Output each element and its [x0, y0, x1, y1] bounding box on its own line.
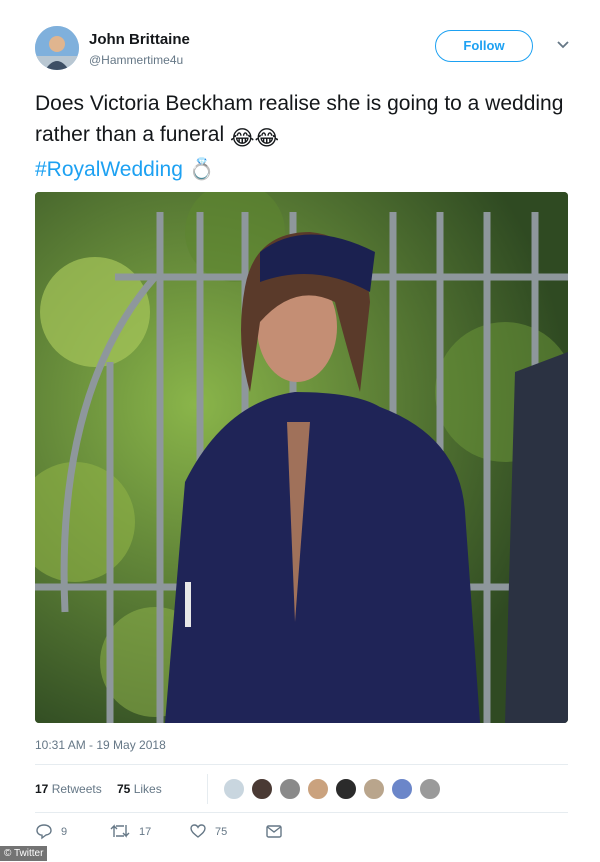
author-handle[interactable]: @Hammertime4u — [89, 53, 183, 67]
likes-label: Likes — [133, 782, 162, 796]
like-count: 75 — [215, 826, 228, 838]
liker-avatar[interactable] — [307, 778, 329, 800]
hashtag-link[interactable]: #RoyalWedding — [35, 158, 183, 181]
heart-icon — [190, 824, 206, 838]
tweet-timestamp[interactable]: 10:31 AM - 19 May 2018 — [35, 738, 166, 752]
retweet-stat[interactable]: 17 Retweets — [35, 782, 102, 796]
retweet-action[interactable]: 17 — [109, 822, 151, 842]
message-action[interactable] — [265, 822, 283, 842]
liker-avatar[interactable] — [251, 778, 273, 800]
liker-avatar[interactable] — [391, 778, 413, 800]
avatar[interactable] — [35, 26, 79, 70]
reply-count: 9 — [61, 826, 68, 838]
photo-credit: © Twitter — [0, 846, 48, 861]
liker-avatar[interactable] — [419, 778, 441, 800]
tweet-photo[interactable] — [35, 192, 568, 723]
stats-separator — [207, 774, 208, 804]
tweet-header: John Brittaine @Hammertime4u Follow — [35, 26, 575, 74]
liker-avatar[interactable] — [279, 778, 301, 800]
divider-top — [35, 764, 568, 765]
liker-avatar[interactable] — [223, 778, 245, 800]
retweet-icon — [110, 824, 130, 838]
likes-stat[interactable]: 75 Likes — [117, 782, 162, 796]
reply-action[interactable]: 9 — [35, 822, 67, 842]
retweet-count: 17 — [139, 826, 152, 838]
retweets-label: Retweets — [51, 782, 102, 796]
chevron-down-icon[interactable] — [555, 36, 571, 52]
tweet-body: Does Victoria Beckham realise she is goi… — [35, 92, 564, 146]
retweets-count: 17 — [35, 782, 49, 796]
envelope-icon — [266, 825, 282, 838]
liker-avatar[interactable] — [363, 778, 385, 800]
hashtag-line: #RoyalWedding 💍 — [35, 154, 575, 185]
like-action[interactable]: 75 — [189, 822, 227, 842]
follow-button[interactable]: Follow — [435, 30, 533, 62]
divider-bottom — [35, 812, 568, 813]
liker-avatar[interactable] — [335, 778, 357, 800]
likes-count: 75 — [117, 782, 131, 796]
author-name[interactable]: John Brittaine — [89, 31, 190, 48]
laughing-emoji-icon: 😂😂 — [229, 127, 280, 150]
ring-icon: 💍 — [188, 158, 215, 181]
reply-icon — [36, 824, 52, 840]
tweet-text-block: Does Victoria Beckham realise she is goi… — [35, 88, 575, 185]
